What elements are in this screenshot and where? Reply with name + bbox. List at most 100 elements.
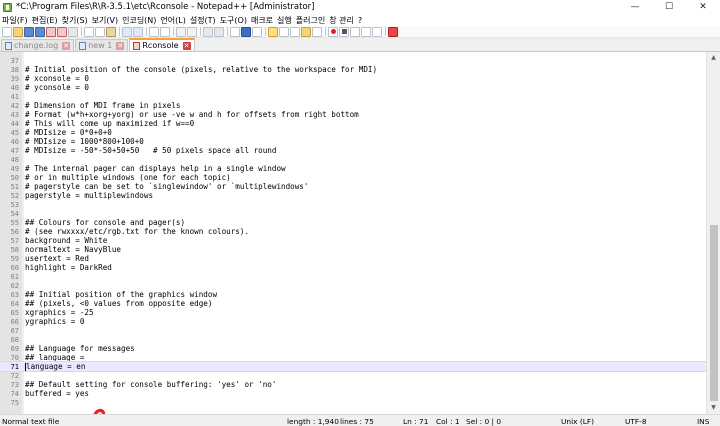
sync-vertical-icon[interactable] (203, 26, 213, 37)
tab-rconsole[interactable]: Rconsole ✕ (129, 38, 195, 51)
save-icon[interactable] (24, 26, 34, 37)
save-all-icon[interactable] (35, 26, 45, 37)
save-macro-icon[interactable] (372, 26, 382, 37)
editor-line[interactable]: 37 (0, 56, 706, 65)
editor-line[interactable]: 75 (0, 398, 706, 407)
menu-settings[interactable]: 설정(T) (188, 15, 218, 26)
language-icon[interactable] (268, 26, 278, 37)
editor-line[interactable]: 42 # Dimension of MDI frame in pixels (0, 101, 706, 110)
folder-workspace-icon[interactable] (301, 26, 311, 37)
stop-macro-icon[interactable] (339, 26, 349, 37)
paste-icon[interactable] (106, 26, 116, 37)
tab-close-icon[interactable]: ✕ (182, 41, 191, 50)
scroll-up-icon[interactable]: ▲ (707, 52, 720, 64)
editor-line[interactable]: 57 background = White (0, 236, 706, 245)
monitoring-icon[interactable] (312, 26, 322, 37)
status-eol[interactable]: Unix (LF) (561, 417, 594, 426)
word-wrap-icon[interactable] (230, 26, 240, 37)
editor-line[interactable]: 46 # MDIsize = 1000*800+100+0 (0, 137, 706, 146)
editor-line[interactable]: 44 # This will come up maximized if w==0 (0, 119, 706, 128)
play-multiple-icon[interactable] (361, 26, 371, 37)
menu-view[interactable]: 보기(V) (90, 15, 120, 26)
editor-line[interactable]: 59 usertext = Red (0, 254, 706, 263)
menu-macro[interactable]: 매크로 (249, 15, 275, 26)
editor-line[interactable]: 74 buffered = yes (0, 389, 706, 398)
editor-line[interactable]: 55 ## Colours for console and pager(s) (0, 218, 706, 227)
editor-line[interactable]: 47 # MDIsize = -50*-50+50+50 # 50 pixels … (0, 146, 706, 155)
vertical-scrollbar[interactable]: ▲ ▼ (706, 52, 720, 414)
show-all-chars-icon[interactable] (241, 26, 251, 37)
editor-line[interactable]: 61 (0, 272, 706, 281)
editor-text-area[interactable]: 37 38 # Initial position of the console (p… (0, 56, 707, 407)
menu-window[interactable]: 창 관리 (327, 15, 356, 26)
editor-line[interactable]: 40 # yconsole = 0 (0, 83, 706, 92)
editor-line[interactable]: 67 (0, 326, 706, 335)
editor-line[interactable]: 52 pagerstyle = multiplewindows (0, 191, 706, 200)
record-macro-icon[interactable] (328, 26, 338, 37)
play-macro-icon[interactable] (350, 26, 360, 37)
editor-line[interactable]: 45 # MDIsize = 0*0+0+0 (0, 128, 706, 137)
undo-icon[interactable] (122, 26, 132, 37)
editor-line[interactable]: 60 highlight = DarkRed (0, 263, 706, 272)
print-icon[interactable] (68, 26, 78, 37)
replace-icon[interactable] (160, 26, 170, 37)
close-all-icon[interactable] (57, 26, 67, 37)
menu-tools[interactable]: 도구(O) (218, 15, 249, 26)
editor-line[interactable]: 73 ## Default setting for console bufferi… (0, 380, 706, 389)
status-encoding[interactable]: UTF-8 (625, 417, 647, 426)
zoom-in-icon[interactable] (176, 26, 186, 37)
function-list-icon[interactable] (290, 26, 300, 37)
editor-line[interactable]: 43 # Format (w*h+xorg+yorg) or use -ve w … (0, 110, 706, 119)
tab-new-1[interactable]: new 1 ✕ (75, 39, 129, 51)
editor-line[interactable]: 39 # xconsole = 0 (0, 74, 706, 83)
menu-plugins[interactable]: 플러그인 (294, 15, 327, 26)
editor-line[interactable]: 58 normaltext = NavyBlue (0, 245, 706, 254)
new-file-icon[interactable] (2, 26, 12, 37)
editor-line[interactable]: 38 # Initial position of the console (pix… (0, 65, 706, 74)
menu-file[interactable]: 파일(F) (0, 15, 30, 26)
editor-line[interactable]: 51 # pagerstyle can be set to `singlewind… (0, 182, 706, 191)
menu-search[interactable]: 찾기(S) (60, 15, 90, 26)
editor-line[interactable]: 63 ## Initial position of the graphics wi… (0, 290, 706, 299)
open-file-icon[interactable] (13, 26, 23, 37)
editor-line[interactable]: 69 ## Language for messages (0, 344, 706, 353)
editor-line[interactable]: 70 ## language = (0, 353, 706, 362)
close-button[interactable]: ✕ (686, 0, 720, 14)
editor-line[interactable]: 56 # (see rwxxxx/etc/rgb.txt for the know… (0, 227, 706, 236)
tab-close-icon[interactable]: ✕ (62, 41, 71, 50)
menu-help[interactable]: ? (356, 16, 364, 25)
editor-line[interactable]: 65 xgraphics = -25 (0, 308, 706, 317)
minimize-button[interactable]: — (618, 0, 652, 14)
sync-horizontal-icon[interactable] (214, 26, 224, 37)
menu-language[interactable]: 언어(L) (158, 15, 187, 26)
find-icon[interactable] (149, 26, 159, 37)
editor-line[interactable]: 41 (0, 92, 706, 101)
scrollbar-thumb[interactable] (710, 225, 718, 401)
editor-line[interactable]: 64 ## (pixels, <0 values from opposite ed… (0, 299, 706, 308)
editor-line[interactable]: 62 (0, 281, 706, 290)
editor-line[interactable]: 50 # or in multiple windows (one for each… (0, 173, 706, 182)
indent-guide-icon[interactable] (252, 26, 262, 37)
tab-close-icon[interactable]: ✕ (116, 41, 125, 50)
copy-icon[interactable] (95, 26, 105, 37)
plugin-icon[interactable] (388, 26, 398, 37)
editor-line[interactable]: 68 (0, 335, 706, 344)
close-file-icon[interactable] (46, 26, 56, 37)
maximize-button[interactable]: ☐ (652, 0, 686, 14)
editor-line[interactable]: 72 (0, 371, 706, 380)
current-line[interactable]: 71 language = en (0, 361, 707, 372)
editor-line[interactable]: 53 (0, 200, 706, 209)
editor-line[interactable]: 66 ygraphics = 0 (0, 317, 706, 326)
cut-icon[interactable] (84, 26, 94, 37)
zoom-out-icon[interactable] (187, 26, 197, 37)
editor-line[interactable]: 49 # The internal pager can displays help… (0, 164, 706, 173)
menu-edit[interactable]: 편집(E) (30, 15, 60, 26)
editor-line[interactable]: 54 (0, 209, 706, 218)
menu-encoding[interactable]: 인코딩(N) (120, 15, 158, 26)
tab-change-log[interactable]: change.log ✕ (1, 39, 75, 51)
menu-run[interactable]: 실행 (275, 15, 294, 26)
redo-icon[interactable] (133, 26, 143, 37)
editor[interactable]: 37 38 # Initial position of the console (p… (0, 52, 720, 426)
scroll-down-icon[interactable]: ▼ (707, 402, 720, 414)
editor-line[interactable]: 48 (0, 155, 706, 164)
